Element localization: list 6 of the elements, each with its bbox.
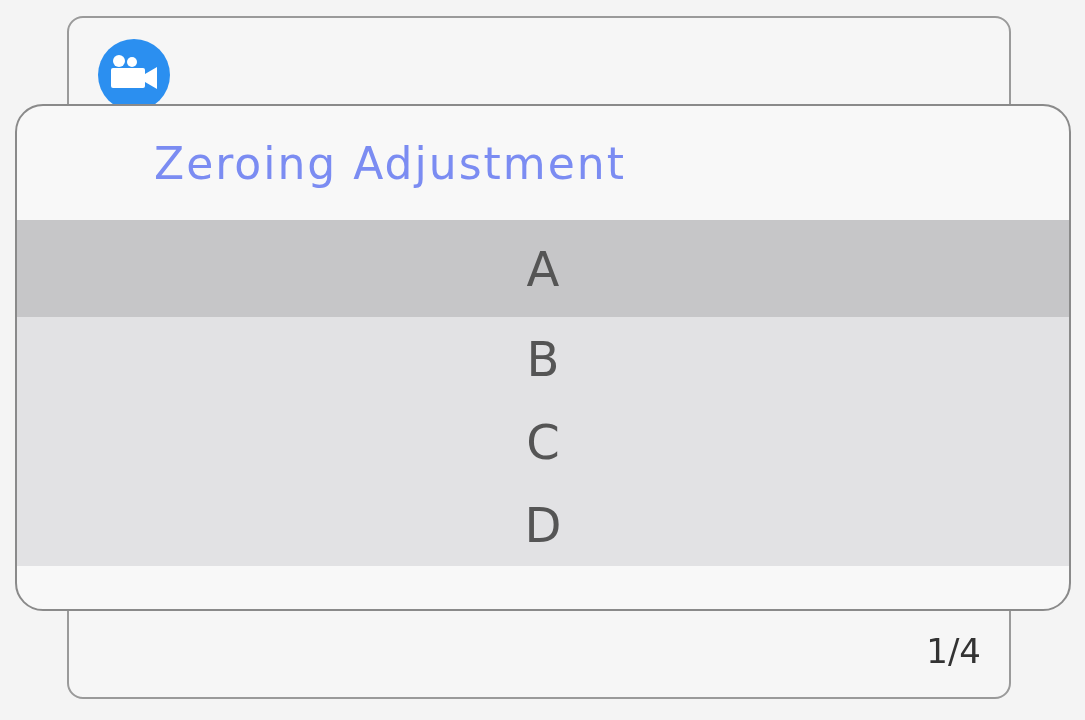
page-indicator: 1/4: [926, 631, 981, 671]
option-item[interactable]: A: [17, 220, 1069, 317]
dialog-title: Zeroing Adjustment: [154, 137, 626, 189]
option-item[interactable]: C: [17, 400, 1069, 483]
option-item[interactable]: D: [17, 483, 1069, 566]
option-item[interactable]: B: [17, 317, 1069, 400]
